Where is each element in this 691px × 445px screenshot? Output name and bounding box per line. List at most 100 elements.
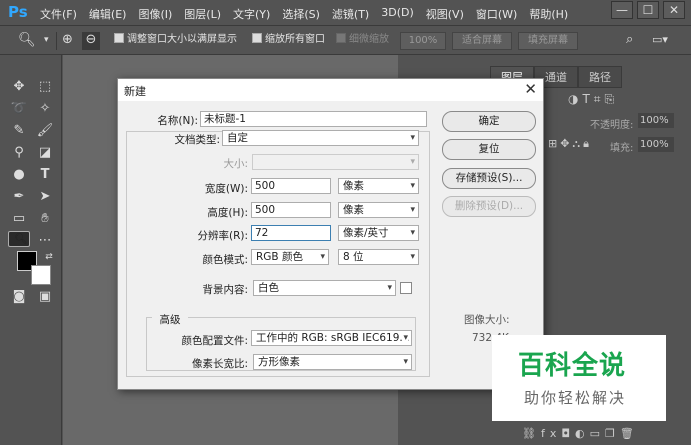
zoom-tool-icon[interactable]: 🔍︎ (18, 32, 36, 50)
menu-image[interactable]: 图像(I) (138, 6, 172, 22)
resize-windows-checkbox[interactable]: 调整窗口大小以满屏显示 (114, 32, 237, 50)
marquee-tool-icon[interactable]: ⬚ (34, 77, 56, 97)
height-unit-select[interactable]: 像素 ▾ (338, 202, 419, 218)
resolution-label: 分辨率(R): (197, 230, 248, 242)
color-profile-select[interactable]: 工作中的 RGB: sRGB IEC619... ▾ (251, 330, 412, 346)
background-color-swatch[interactable] (400, 282, 412, 294)
menu-bar: Ps 文件(F) 编辑(E) 图像(I) 图层(L) 文字(Y) 选择(S) 滤… (0, 0, 691, 26)
chevron-down-icon: ▾ (410, 181, 415, 191)
close-icon[interactable]: ✕ (524, 80, 537, 98)
opacity-field[interactable]: 100% (638, 113, 674, 128)
menu-layer[interactable]: 图层(L) (184, 6, 221, 22)
layer-bottom-icons[interactable]: ⛓fx◘◐▭❐🗑︎ (522, 427, 639, 440)
chevron-down-icon: ▾ (410, 157, 415, 167)
menu-file[interactable]: 文件(F) (40, 6, 77, 22)
screen-mode-icon[interactable]: ▣ (34, 287, 56, 307)
brush-tool-icon[interactable]: 🖌︎ (34, 121, 56, 141)
opacity-label: 不透明度: (590, 120, 634, 131)
size-select[interactable]: ▾ (252, 154, 419, 170)
magic-wand-icon[interactable]: ✧ (34, 99, 56, 119)
selection-arrow-icon[interactable]: ➤ (34, 187, 56, 207)
color-mode-label: 颜色模式: (202, 254, 248, 266)
name-input[interactable]: 未标题-1 (200, 111, 427, 127)
chevron-down-icon[interactable]: ▾ (44, 32, 49, 50)
eraser-tool-icon[interactable]: ◪ (34, 143, 56, 163)
reset-button[interactable]: 复位 (442, 139, 536, 160)
menu-items: 文件(F) 编辑(E) 图像(I) 图层(L) 文字(Y) 选择(S) 滤镜(T… (40, 6, 580, 22)
menu-edit[interactable]: 编辑(E) (89, 6, 127, 22)
options-bar: 🔍︎ ▾ ⊕ ⊖ 调整窗口大小以满屏显示 缩放所有窗口 细微缩放 100% 适合… (0, 27, 691, 55)
fill-field[interactable]: 100% (638, 137, 674, 152)
menu-type[interactable]: 文字(Y) (233, 6, 270, 22)
zoom-in-icon[interactable]: ⊕ (62, 32, 73, 50)
minimize-button[interactable]: — (611, 1, 633, 19)
dialog-title: 新建 (124, 85, 146, 98)
layer-filter-icons[interactable]: ◑T⌗⎘ (568, 92, 618, 107)
zoom-out-icon[interactable]: ⊖ (82, 32, 100, 50)
width-unit-select[interactable]: 像素 ▾ (338, 178, 419, 194)
save-preset-button[interactable]: 存储预设(S)... (442, 168, 536, 189)
bit-depth-select[interactable]: 8 位 ▾ (338, 249, 419, 265)
scrubby-zoom-checkbox[interactable]: 细微缩放 (336, 32, 389, 50)
menu-window[interactable]: 窗口(W) (476, 6, 517, 22)
hand-tool-icon[interactable]: ✋︎ (34, 209, 56, 229)
workspace-icon[interactable]: ▭▾ (652, 32, 668, 50)
preset-select[interactable]: 自定 ▾ (222, 130, 419, 146)
eyedropper-icon[interactable]: ✎ (8, 121, 30, 141)
color-mode-select[interactable]: RGB 颜色 ▾ (251, 249, 329, 265)
menu-filter[interactable]: 滤镜(T) (332, 6, 369, 22)
size-label: 大小: (223, 158, 248, 170)
tab-paths[interactable]: 路径 (578, 66, 622, 88)
pixel-aspect-label: 像素长宽比: (191, 358, 248, 370)
menu-3d[interactable]: 3D(D) (381, 6, 414, 22)
photoshop-logo: Ps (8, 3, 28, 21)
chevron-down-icon: ▾ (410, 252, 415, 262)
chevron-down-icon: ▾ (403, 331, 408, 345)
fill-label: 填充: (610, 143, 634, 154)
chevron-down-icon: ▾ (410, 228, 415, 238)
fit-screen-button[interactable]: 适合屏幕 (452, 32, 512, 50)
width-input[interactable]: 500 (251, 178, 331, 194)
watermark-subtitle: 助你轻松解决 (524, 389, 627, 407)
swap-colors-icon[interactable]: ⇄ (38, 247, 60, 267)
rectangle-tool-icon[interactable]: ▭ (8, 209, 30, 229)
checkbox-icon (114, 33, 124, 43)
menu-select[interactable]: 选择(S) (282, 6, 320, 22)
watermark: 百科全说 助你轻松解决 (492, 335, 666, 421)
close-button[interactable]: ✕ (663, 1, 685, 19)
background-select[interactable]: 白色 ▾ (253, 280, 396, 296)
quick-mask-icon[interactable]: ◙ (8, 287, 30, 307)
stamp-tool-icon[interactable]: ⚲ (8, 143, 30, 163)
delete-preset-button[interactable]: 删除预设(D)... (442, 196, 536, 217)
background-color-swatch[interactable] (31, 265, 51, 285)
move-tool-icon[interactable]: ✥ (8, 77, 30, 97)
lock-icons[interactable]: ⊞✥⛬🔒︎ (548, 137, 592, 151)
dodge-tool-icon[interactable]: ● (8, 165, 30, 185)
height-input[interactable]: 500 (251, 202, 331, 218)
tools-panel: ✥ ⬚ ➰ ✧ ✎ 🖌︎ ⚲ ◪ ● T ✒ ➤ ▭ ✋︎ 🔍︎ ⋯ ⇄ ◙ ▣ (0, 55, 62, 445)
width-label: 宽度(W): (204, 183, 248, 195)
pen-tool-icon[interactable]: ✒ (8, 187, 30, 207)
pixel-aspect-select[interactable]: 方形像素 ▾ (253, 354, 412, 370)
dialog-titlebar: 新建 ✕ (118, 79, 543, 101)
new-document-dialog: 新建 ✕ 名称(N): 未标题-1 文档类型: 自定 ▾ 大小: ▾ 宽度(W):… (117, 78, 544, 390)
resolution-input[interactable]: 72 (251, 225, 331, 241)
menu-view[interactable]: 视图(V) (426, 6, 464, 22)
height-label: 高度(H): (207, 207, 248, 219)
lasso-tool-icon[interactable]: ➰ (8, 99, 30, 119)
fill-screen-button[interactable]: 填充屏幕 (518, 32, 578, 50)
zoom-100-button[interactable]: 100% (400, 32, 446, 50)
zoom-tool-icon[interactable]: 🔍︎ (8, 231, 30, 247)
resolution-unit-select[interactable]: 像素/英寸 ▾ (338, 225, 419, 241)
maximize-button[interactable]: ☐ (637, 1, 659, 19)
divider (56, 32, 57, 50)
window-controls: — ☐ ✕ (607, 1, 685, 19)
menu-help[interactable]: 帮助(H) (529, 6, 568, 22)
search-icon[interactable]: ⌕ (626, 32, 633, 50)
type-tool-icon[interactable]: T (34, 165, 56, 185)
zoom-all-checkbox[interactable]: 缩放所有窗口 (252, 32, 325, 50)
chevron-down-icon: ▾ (410, 205, 415, 215)
chevron-down-icon: ▾ (320, 252, 325, 262)
name-label: 名称(N): (157, 115, 198, 127)
ok-button[interactable]: 确定 (442, 111, 536, 132)
